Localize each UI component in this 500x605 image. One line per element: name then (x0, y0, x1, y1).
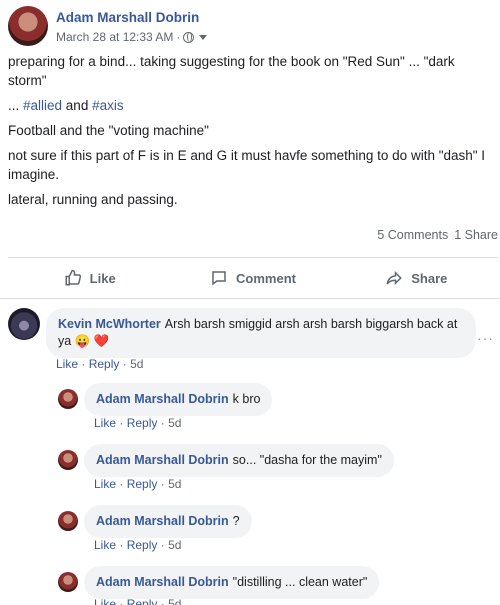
action-separator: · (160, 416, 165, 430)
reply-reply-link[interactable]: Reply (127, 477, 158, 491)
share-icon (386, 270, 403, 286)
post-header: Adam Marshall Dobrin March 28 at 12:33 A… (8, 6, 492, 46)
reply-like-link[interactable]: Like (94, 477, 116, 491)
comment-bubble: Kevin McWhorter Arsh barsh smiggid arsh a… (46, 308, 476, 358)
post-body: preparing for a bind... taking suggestin… (8, 52, 488, 215)
reply-author[interactable]: Adam Marshall Dobrin (96, 575, 229, 589)
action-separator: · (119, 538, 124, 552)
reply-actions: Like · Reply · 5d (94, 477, 181, 491)
reply-reply-link[interactable]: Reply (127, 597, 158, 605)
post-actions: Like Comment Share (8, 262, 498, 294)
reply-reply-link[interactable]: Reply (127, 416, 158, 430)
reply-author[interactable]: Adam Marshall Dobrin (96, 392, 229, 406)
thumbs-up-icon (65, 269, 81, 286)
divider (8, 257, 498, 258)
like-button-label: Like (89, 270, 116, 286)
commenter-avatar[interactable] (8, 308, 40, 340)
post-paragraph: Football and the "voting machine" (8, 123, 209, 138)
reply-bubble: Adam Marshall Dobrin "distilling ... clea… (84, 566, 380, 599)
reply-like-link[interactable]: Like (94, 538, 116, 552)
comment-reply-link[interactable]: Reply (89, 357, 120, 371)
hashtag-link[interactable]: #axis (92, 98, 124, 113)
meta-separator: · (176, 30, 181, 44)
reply-avatar[interactable] (58, 511, 78, 531)
more-options-icon[interactable]: ··· (477, 330, 494, 346)
post-stats: 5 Comments 1 Share (377, 228, 498, 242)
author-avatar[interactable] (8, 6, 48, 46)
reply-bubble: Adam Marshall Dobrin so... "dasha for the… (84, 444, 394, 477)
reply-reply-link[interactable]: Reply (127, 538, 158, 552)
reply-actions: Like · Reply · 5d (94, 416, 181, 430)
comment-time[interactable]: 5d (130, 357, 143, 371)
reply-text: "distilling ... clean water" (232, 575, 368, 589)
comment-button-label: Comment (236, 270, 296, 286)
shares-count-link[interactable]: 1 Share (454, 228, 498, 242)
chevron-down-icon[interactable] (199, 34, 208, 40)
reply-avatar[interactable] (58, 389, 78, 409)
reply-avatar[interactable] (58, 572, 78, 592)
action-separator: · (119, 477, 124, 491)
action-separator: · (160, 477, 165, 491)
reply-text: ? (232, 514, 240, 528)
action-separator: · (160, 538, 165, 552)
reply-actions: Like · Reply · 5d (94, 597, 181, 605)
divider (0, 298, 500, 299)
action-separator: · (119, 416, 124, 430)
post-author-name[interactable]: Adam Marshall Dobrin (56, 10, 199, 25)
reply-author[interactable]: Adam Marshall Dobrin (96, 453, 229, 467)
action-separator: · (160, 597, 165, 605)
reply-time[interactable]: 5d (168, 597, 181, 605)
post-paragraph: ... #allied and #axis (8, 96, 488, 115)
post-text: ... (8, 98, 24, 113)
post-timestamp[interactable]: March 28 at 12:33 AM (56, 30, 173, 44)
comments-count-link[interactable]: 5 Comments (377, 228, 448, 242)
reply-time[interactable]: 5d (168, 416, 181, 430)
reply-text: so... "dasha for the mayim" (232, 453, 382, 467)
action-separator: · (122, 357, 127, 371)
post-paragraph: lateral, running and passing. (8, 192, 178, 207)
reply-author[interactable]: Adam Marshall Dobrin (96, 514, 229, 528)
comment-author[interactable]: Kevin McWhorter (58, 317, 161, 331)
comment-button[interactable]: Comment (171, 262, 334, 294)
post-text: and (62, 98, 93, 113)
reply-like-link[interactable]: Like (94, 597, 116, 605)
comment-like-link[interactable]: Like (56, 357, 78, 371)
reply-avatar[interactable] (58, 450, 78, 470)
reply-bubble: Adam Marshall Dobrin k bro (84, 383, 273, 416)
reply-text: k bro (232, 392, 261, 406)
globe-icon[interactable] (183, 31, 195, 43)
reply-bubble: Adam Marshall Dobrin? (84, 505, 252, 538)
action-separator: · (119, 597, 124, 605)
share-button-label: Share (411, 270, 448, 286)
action-separator: · (81, 357, 86, 371)
reply-time[interactable]: 5d (168, 477, 181, 491)
reply-like-link[interactable]: Like (94, 416, 116, 430)
post-paragraph: not sure if this part of F is in E and G… (8, 148, 486, 182)
comment-icon (212, 271, 226, 286)
post-paragraph: preparing for a bind... taking suggestin… (8, 54, 455, 88)
hashtag-link[interactable]: #allied (23, 98, 62, 113)
post-meta: March 28 at 12:33 AM · (56, 30, 208, 44)
like-button[interactable]: Like (8, 262, 171, 294)
reply-actions: Like · Reply · 5d (94, 538, 181, 552)
emoji: 😛 ❤️ (74, 334, 110, 348)
comment-actions: Like · Reply · 5d (56, 357, 143, 371)
share-button[interactable]: Share (335, 262, 498, 294)
reply-time[interactable]: 5d (168, 538, 181, 552)
